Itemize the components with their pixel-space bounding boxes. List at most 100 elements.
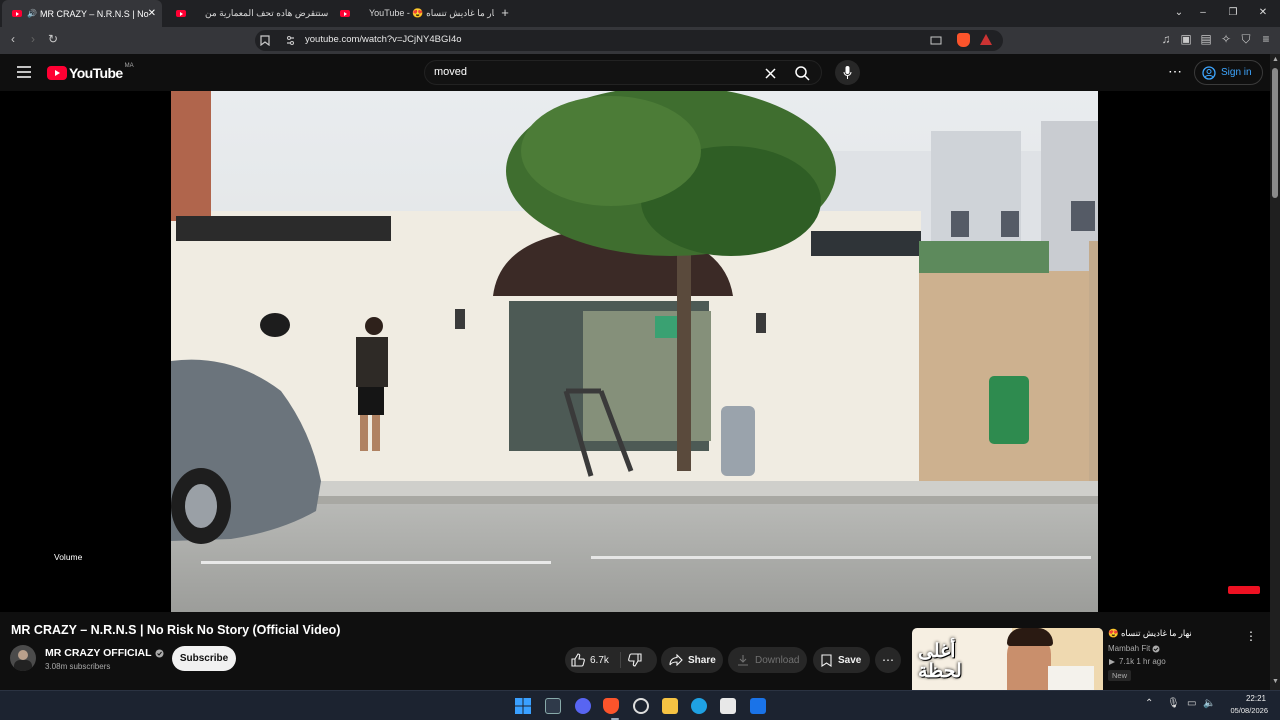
windows-start-icon[interactable] <box>515 698 531 714</box>
microphone-icon <box>843 66 852 79</box>
tab-search-chevron-icon[interactable]: ⌄ <box>1172 6 1186 20</box>
address-bar[interactable]: youtube.com/watch?v=JCjNY4BGI4o <box>255 30 1003 51</box>
download-label: Download <box>755 654 800 666</box>
search-input[interactable]: moved <box>434 66 467 78</box>
cast-icon[interactable] <box>930 35 942 46</box>
clock-time[interactable]: 22:21 <box>1222 694 1266 703</box>
download-button[interactable]: Download <box>728 647 807 673</box>
youtube-logo-text: YouTube <box>69 65 123 81</box>
channel-avatar[interactable] <box>10 645 36 671</box>
close-window-icon[interactable]: ✕ <box>1256 6 1270 20</box>
tab-active[interactable]: 🔊 MR CRAZY – N.R.N.S | No Ris ✕ <box>2 0 162 27</box>
subscribe-button[interactable]: Subscribe <box>172 646 236 671</box>
like-dislike-group: 6.7k <box>565 647 657 673</box>
tab-title: MR CRAZY – N.R.N.S | No Ris <box>39 8 150 19</box>
recommended-title[interactable]: 😍 نهار ما غاديش تنساه <box>1108 628 1192 639</box>
mail-icon[interactable] <box>750 698 766 714</box>
like-count: 6.7k <box>590 654 609 666</box>
video-player[interactable]: Volume <box>0 91 1270 612</box>
tab-3[interactable]: YouTube - 😍 نهار ما غاديش تنساه <box>334 0 494 27</box>
bookmark-icon[interactable] <box>260 35 270 46</box>
youtube-logo[interactable]: YouTube MA <box>47 63 134 81</box>
media-icon[interactable]: ♫ <box>1158 32 1174 48</box>
leo-ai-icon[interactable]: ✧ <box>1218 32 1234 48</box>
recommended-video-thumbnail[interactable]: أغلى لحظة <box>912 628 1103 690</box>
thumbs-down-icon[interactable] <box>628 653 642 667</box>
video-frame[interactable] <box>171 91 1098 612</box>
file-explorer-icon[interactable] <box>662 698 678 714</box>
channel-name[interactable]: MR CRAZY OFFICIAL <box>45 647 152 659</box>
share-icon <box>669 654 683 666</box>
play-icon <box>1109 658 1115 665</box>
voice-search-button[interactable] <box>835 60 860 85</box>
tab-2[interactable]: قريبا ستتقرض هاده تحف المعمارية من <box>170 0 330 27</box>
brave-shield-icon[interactable] <box>957 33 970 47</box>
network-icon[interactable]: ▭ <box>1187 698 1196 709</box>
maximize-icon[interactable]: ❐ <box>1226 6 1240 20</box>
recommended-meta-row: 7.1k 1 hr ago <box>1108 657 1166 666</box>
search-box[interactable]: moved <box>424 60 822 85</box>
wallet-icon[interactable]: ▤ <box>1198 32 1214 48</box>
save-button[interactable]: Save <box>813 647 870 673</box>
task-view-icon[interactable] <box>545 698 561 714</box>
new-badge: New <box>1108 670 1132 681</box>
github-desktop-icon[interactable] <box>633 698 649 714</box>
site-info-icon[interactable] <box>285 35 296 46</box>
tab-title: قريبا ستتقرض هاده تحف المعمارية من <box>205 8 330 18</box>
vpn-icon[interactable]: ⛉ <box>1238 32 1254 48</box>
video-title: MR CRAZY – N.R.N.S | No Risk No Story (O… <box>11 623 341 637</box>
verified-icon <box>155 649 164 657</box>
video-scene-image <box>171 91 1098 612</box>
clear-search-icon[interactable] <box>765 68 776 79</box>
subscribe-watermark-icon[interactable] <box>1228 586 1260 594</box>
scrollbar-thumb[interactable] <box>1272 68 1278 198</box>
hamburger-menu-icon[interactable] <box>17 66 31 78</box>
more-actions-icon[interactable]: ⋯ <box>875 647 901 673</box>
new-tab-button[interactable]: + <box>498 6 512 20</box>
tab-close-icon[interactable]: ✕ <box>148 8 156 19</box>
sign-in-label: Sign in <box>1221 67 1252 78</box>
youtube-favicon-icon <box>340 10 350 17</box>
sidebar-icon[interactable]: ▣ <box>1178 32 1194 48</box>
verified-icon <box>1152 645 1160 652</box>
page-scrollbar[interactable]: ▲ ▼ <box>1270 54 1280 690</box>
download-icon <box>738 655 748 666</box>
url-text: youtube.com/watch?v=JCjNY4BGI4o <box>305 34 462 45</box>
like-button[interactable]: 6.7k <box>565 652 621 668</box>
browser-toolbar: ‹ › ↻ youtube.com/watch?v=JCjNY4BGI4o ♫ … <box>0 27 1280 54</box>
thumbnail-text: أغلى لحظة <box>918 641 962 682</box>
recommended-channel: Mambah Fit <box>1108 644 1151 653</box>
thumbs-up-icon <box>571 653 585 667</box>
recommended-more-icon[interactable]: ⋮ <box>1245 629 1257 643</box>
youtube-favicon-icon <box>12 10 22 17</box>
tray-overflow-icon[interactable]: ⌃ <box>1145 698 1153 709</box>
search-icon[interactable] <box>795 66 810 81</box>
volume-icon[interactable]: 🔈 <box>1203 698 1215 709</box>
menu-icon[interactable]: ≡ <box>1258 32 1274 48</box>
tab-title: YouTube - 😍 نهار ما غاديش تنساه <box>369 8 494 18</box>
scroll-down-icon[interactable]: ▼ <box>1272 678 1279 685</box>
sign-in-button[interactable]: Sign in <box>1194 60 1263 85</box>
clock-date[interactable]: 05/08/2026 <box>1218 706 1268 715</box>
video-info-area: MR CRAZY – N.R.N.S | No Risk No Story (O… <box>0 612 1270 690</box>
youtube-header: YouTube MA moved ⋯ Sign in <box>0 54 1270 91</box>
brave-browser-icon[interactable] <box>603 698 619 714</box>
channel-name-row[interactable]: MR CRAZY OFFICIAL <box>45 647 164 659</box>
back-icon[interactable]: ‹ <box>5 32 21 48</box>
brave-rewards-icon[interactable] <box>980 34 992 45</box>
volume-tooltip: Volume <box>54 552 83 562</box>
minimize-icon[interactable]: – <box>1196 6 1210 20</box>
microphone-tray-icon[interactable]: 🎙 <box>1167 698 1180 709</box>
share-button[interactable]: Share <box>661 647 723 673</box>
discord-icon[interactable] <box>575 698 591 714</box>
edge-icon[interactable] <box>691 698 707 714</box>
forward-icon[interactable]: › <box>25 32 41 48</box>
reload-icon[interactable]: ↻ <box>45 32 61 48</box>
microsoft-store-icon[interactable] <box>720 698 736 714</box>
recommended-channel-row[interactable]: Mambah Fit <box>1108 644 1160 653</box>
save-label: Save <box>838 654 862 666</box>
more-options-icon[interactable]: ⋯ <box>1168 63 1183 80</box>
speaker-icon: 🔊 <box>27 9 37 18</box>
scroll-up-icon[interactable]: ▲ <box>1272 56 1279 63</box>
save-playlist-icon <box>821 653 832 667</box>
